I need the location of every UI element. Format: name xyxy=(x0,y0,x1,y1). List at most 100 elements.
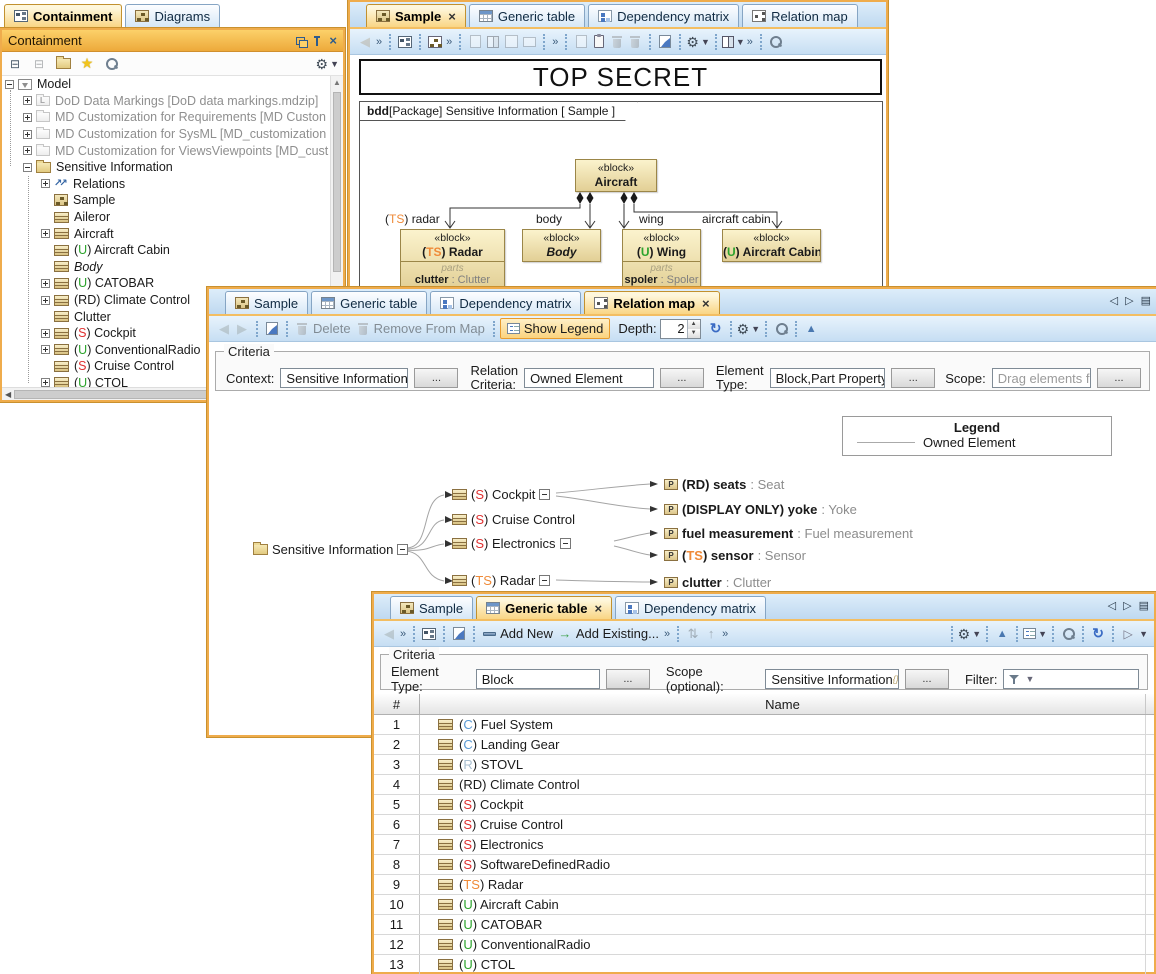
collapse-icon[interactable] xyxy=(539,489,550,500)
copy-icon[interactable] xyxy=(572,32,590,52)
add-existing-button[interactable]: Add Existing... xyxy=(576,626,659,641)
tab-relation-map[interactable]: Relation map× xyxy=(584,291,719,314)
back-icon[interactable]: ◀ xyxy=(215,319,233,339)
table-row[interactable]: 9TSRadar xyxy=(374,875,1154,895)
settings-menu[interactable]: ⚙▼ xyxy=(737,319,760,339)
graph-node-radar[interactable]: TSRadar xyxy=(452,572,550,588)
delete-label[interactable]: Delete xyxy=(313,321,351,336)
containment-tree-icon[interactable] xyxy=(420,624,438,644)
expand-toggle[interactable] xyxy=(23,113,32,122)
tree-item[interactable]: Body xyxy=(2,259,330,276)
expand-toggle[interactable] xyxy=(41,329,50,338)
num-column-header[interactable]: # xyxy=(374,694,420,714)
collapse-criteria-icon[interactable]: ▲ xyxy=(802,319,820,339)
table-row[interactable]: 7SElectronics xyxy=(374,835,1154,855)
table-row[interactable]: 11UCATOBAR xyxy=(374,915,1154,935)
remove-from-map-label[interactable]: Remove From Map xyxy=(374,321,485,336)
tab-diagrams[interactable]: Diagrams xyxy=(125,4,220,27)
scroll-tabs-left-icon[interactable]: ◁ xyxy=(1108,599,1116,612)
tab-containment[interactable]: Containment xyxy=(4,4,122,27)
tree-item-sensitive-information[interactable]: Sensitive Information xyxy=(2,159,330,176)
expand-toggle[interactable] xyxy=(23,146,32,155)
graph-node-cruise-control[interactable]: SCruise Control xyxy=(452,511,575,527)
scroll-tabs-right-icon[interactable]: ▷ xyxy=(1125,294,1133,307)
float-icon[interactable] xyxy=(296,37,305,45)
tab-dependency-matrix[interactable]: Dependency matrix xyxy=(430,291,581,314)
search-icon[interactable] xyxy=(1059,624,1077,644)
scroll-tabs-right-icon[interactable]: ▷ xyxy=(1123,599,1131,612)
remove-from-map-icon[interactable] xyxy=(354,319,372,339)
open-diagram-icon[interactable] xyxy=(54,54,72,74)
columns-menu[interactable]: ▼ xyxy=(1023,624,1047,644)
element-type-more-button[interactable]: ... xyxy=(606,669,650,689)
table-row[interactable]: 3RSTOVL xyxy=(374,755,1154,775)
favorites-icon[interactable]: ★ xyxy=(78,54,96,74)
tab-generic-table[interactable]: Generic table× xyxy=(476,596,612,619)
containment-tree-icon[interactable] xyxy=(396,32,414,52)
filter-field[interactable]: ▼ xyxy=(1003,669,1139,689)
collapse-selected-icon[interactable]: ⊟ xyxy=(30,54,48,74)
depth-spinner[interactable]: 2▲▼ xyxy=(660,319,701,339)
table-row[interactable]: 12UConventionalRadio xyxy=(374,935,1154,955)
delete-icon[interactable] xyxy=(608,32,626,52)
table-row[interactable]: 13UCTOL xyxy=(374,955,1154,974)
block-body[interactable]: «block» Body xyxy=(522,229,601,262)
run-menu[interactable]: ▷ xyxy=(1119,624,1137,644)
add-existing-icon[interactable]: → xyxy=(556,624,574,644)
search-icon[interactable] xyxy=(102,54,120,74)
relation-criteria-field[interactable]: Owned Element xyxy=(524,368,654,388)
back-icon[interactable]: ◀ xyxy=(356,32,374,52)
block-aircraft-cabin[interactable]: «block» UAircraft Cabin xyxy=(722,229,821,262)
tab-relation-map[interactable]: Relation map xyxy=(742,4,858,27)
layout-menu[interactable]: ▼ xyxy=(722,32,745,52)
pin-icon[interactable] xyxy=(313,36,321,46)
scroll-tabs-left-icon[interactable]: ◁ xyxy=(1110,294,1118,307)
frame-icon[interactable] xyxy=(520,32,538,52)
table-row[interactable]: 6SCruise Control xyxy=(374,815,1154,835)
table-row[interactable]: 1CFuel System xyxy=(374,715,1154,735)
close-icon[interactable]: × xyxy=(329,33,337,48)
tab-dependency-matrix[interactable]: Dependency matrix xyxy=(588,4,739,27)
scope-field[interactable]: Sensitive Information{}ʷ xyxy=(765,669,899,689)
table-row[interactable]: 10UAircraft Cabin xyxy=(374,895,1154,915)
element-type-more-button[interactable]: ... xyxy=(891,368,935,388)
tab-sample[interactable]: Sample× xyxy=(366,4,466,27)
close-icon[interactable]: × xyxy=(702,296,710,311)
expand-toggle[interactable] xyxy=(41,296,50,305)
refresh-icon[interactable]: ↻ xyxy=(1089,624,1107,644)
refresh-icon[interactable]: ↻ xyxy=(707,319,725,339)
block-wing[interactable]: «block» UWing partsspoler : Spoler xyxy=(622,229,701,291)
promote-icon[interactable]: ↑ xyxy=(702,624,720,644)
add-new-button[interactable]: Add New xyxy=(500,626,553,641)
tree-item-relations[interactable]: ↗↗Relations xyxy=(2,176,330,193)
expand-toggle[interactable] xyxy=(23,96,32,105)
table-row[interactable]: 2CLanding Gear xyxy=(374,735,1154,755)
name-column-header[interactable]: Name xyxy=(420,694,1146,714)
expand-toggle[interactable] xyxy=(41,179,50,188)
expand-toggle[interactable] xyxy=(23,130,32,139)
tree-item[interactable]: MD Customization for ViewsViewpoints [MD… xyxy=(2,142,330,159)
relation-more-button[interactable]: ... xyxy=(660,368,704,388)
grid-icon[interactable] xyxy=(484,32,502,52)
block-aircraft[interactable]: «block» Aircraft xyxy=(575,159,657,192)
stereotype-icon[interactable] xyxy=(450,624,468,644)
tree-item[interactable]: MD Customization for Requirements [MD Cu… xyxy=(2,109,330,126)
close-icon[interactable]: × xyxy=(448,9,456,24)
settings-menu[interactable]: ⚙▼ xyxy=(686,32,709,52)
spinner-up-icon[interactable]: ▲ xyxy=(688,320,700,329)
image-icon[interactable] xyxy=(502,32,520,52)
collapse-icon[interactable] xyxy=(539,575,550,586)
expand-toggle[interactable] xyxy=(41,279,50,288)
graph-leaf-fuel-measurement[interactable]: Pfuel measurementFuel measurement xyxy=(664,525,913,541)
tab-generic-table[interactable]: Generic table xyxy=(311,291,427,314)
graph-node-cockpit[interactable]: SCockpit xyxy=(452,486,550,502)
context-field[interactable]: Sensitive Information xyxy=(280,368,408,388)
collapse-all-icon[interactable]: ⊟ xyxy=(6,54,24,74)
search-icon[interactable] xyxy=(767,32,785,52)
forward-icon[interactable]: ▶ xyxy=(233,319,251,339)
tree-item[interactable]: Aileror xyxy=(2,209,330,226)
delete-from-model-icon[interactable] xyxy=(626,32,644,52)
graph-root-node[interactable]: Sensitive Information xyxy=(253,541,408,557)
expand-toggle[interactable] xyxy=(41,345,50,354)
expand-toggle[interactable] xyxy=(41,378,50,387)
